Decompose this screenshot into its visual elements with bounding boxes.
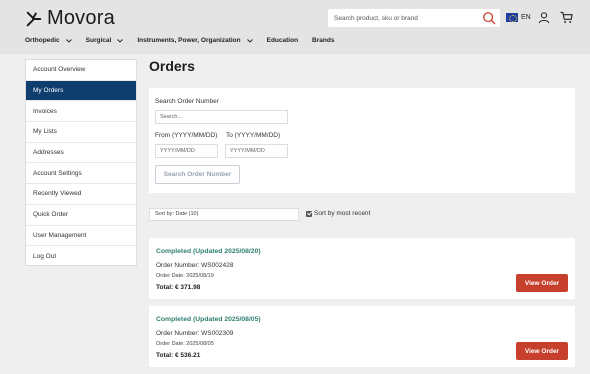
nav-item-orthopedic[interactable]: Orthopedic (25, 37, 72, 44)
search-icon[interactable] (482, 11, 496, 25)
order-card: Completed (Updated 2025/08/20) Order Num… (149, 238, 575, 299)
eu-flag-icon (506, 13, 518, 22)
order-total: Total: € 371.98 (156, 284, 201, 291)
chevron-down-icon (65, 38, 72, 43)
order-total: Total: € 536.21 (156, 352, 201, 359)
brand-logo[interactable]: Movora (25, 7, 115, 30)
site-header: Movora EN Orthopedic Surgical Instrument… (0, 0, 590, 54)
order-date: Order Date: 2025/08/19 (156, 273, 214, 279)
order-number: Order Number: WS002428 (156, 262, 234, 269)
nav-item-education[interactable]: Education (267, 37, 298, 44)
order-status: Completed (Updated 2025/08/05) (156, 316, 261, 323)
checkbox-checked-icon[interactable] (306, 210, 312, 217)
movora-logo-icon (26, 11, 42, 26)
sidebar-item-user-management[interactable]: User Management (26, 226, 136, 247)
chevron-down-icon (246, 38, 253, 43)
order-date: Order Date: 2025/08/05 (156, 341, 214, 347)
user-account-icon[interactable] (538, 11, 550, 24)
view-order-button[interactable]: View Order (516, 274, 568, 292)
brand-name: Movora (47, 7, 115, 29)
to-date-input[interactable] (225, 144, 288, 158)
sidebar-item-account-overview[interactable]: Account Overview (26, 60, 136, 81)
main-nav: Orthopedic Surgical Instruments, Power, … (25, 37, 348, 44)
from-date-label: From (YYYY/MM/DD) (155, 132, 218, 139)
sidebar-item-my-orders[interactable]: My Orders (26, 80, 136, 102)
nav-item-label: Orthopedic (25, 37, 60, 44)
order-number-label: Search Order Number (155, 98, 219, 105)
nav-item-surgical[interactable]: Surgical (86, 37, 124, 44)
sidebar-item-quick-order[interactable]: Quick Order (26, 205, 136, 226)
nav-item-label: Instruments, Power, Organization (137, 37, 241, 44)
sidebar-item-addresses[interactable]: Addresses (26, 143, 136, 164)
sort-most-recent-toggle[interactable]: Sort by most recent (306, 210, 370, 217)
order-number-input[interactable] (155, 110, 288, 124)
from-date-input[interactable] (155, 144, 218, 158)
sidebar-item-account-settings[interactable]: Account Settings (26, 163, 136, 185)
sidebar-item-my-lists[interactable]: My Lists (26, 122, 136, 143)
nav-item-instruments[interactable]: Instruments, Power, Organization (137, 37, 253, 44)
sidebar-item-recently-viewed[interactable]: Recently Viewed (26, 184, 136, 205)
sort-most-recent-label: Sort by most recent (314, 210, 371, 217)
nav-item-brands[interactable]: Brands (312, 37, 334, 44)
search-order-button[interactable]: Search Order Number (155, 165, 240, 184)
page-title: Orders (149, 58, 195, 74)
nav-item-label: Surgical (85, 37, 112, 44)
order-status: Completed (Updated 2025/08/20) (156, 248, 261, 255)
account-sidebar: Account Overview My Orders Invoices My L… (25, 59, 137, 266)
language-code: EN (521, 14, 531, 21)
sort-select[interactable]: Sort by: Date (10) (149, 208, 299, 221)
order-search-panel: Search Order Number From (YYYY/MM/DD) To… (149, 88, 575, 193)
nav-item-label: Brands (312, 37, 335, 44)
order-number: Order Number: WS002309 (156, 330, 234, 337)
search-input[interactable] (334, 11, 474, 25)
sidebar-item-log-out[interactable]: Log Out (26, 246, 136, 267)
chevron-down-icon (117, 38, 124, 43)
view-order-button[interactable]: View Order (516, 342, 568, 360)
to-date-label: To (YYYY/MM/DD) (226, 132, 281, 139)
order-card: Completed (Updated 2025/08/05) Order Num… (149, 306, 575, 367)
sidebar-item-invoices[interactable]: Invoices (26, 101, 136, 123)
nav-item-label: Education (266, 37, 299, 44)
language-selector[interactable]: EN (506, 13, 531, 22)
site-search (328, 9, 500, 27)
cart-icon[interactable] (560, 11, 573, 24)
